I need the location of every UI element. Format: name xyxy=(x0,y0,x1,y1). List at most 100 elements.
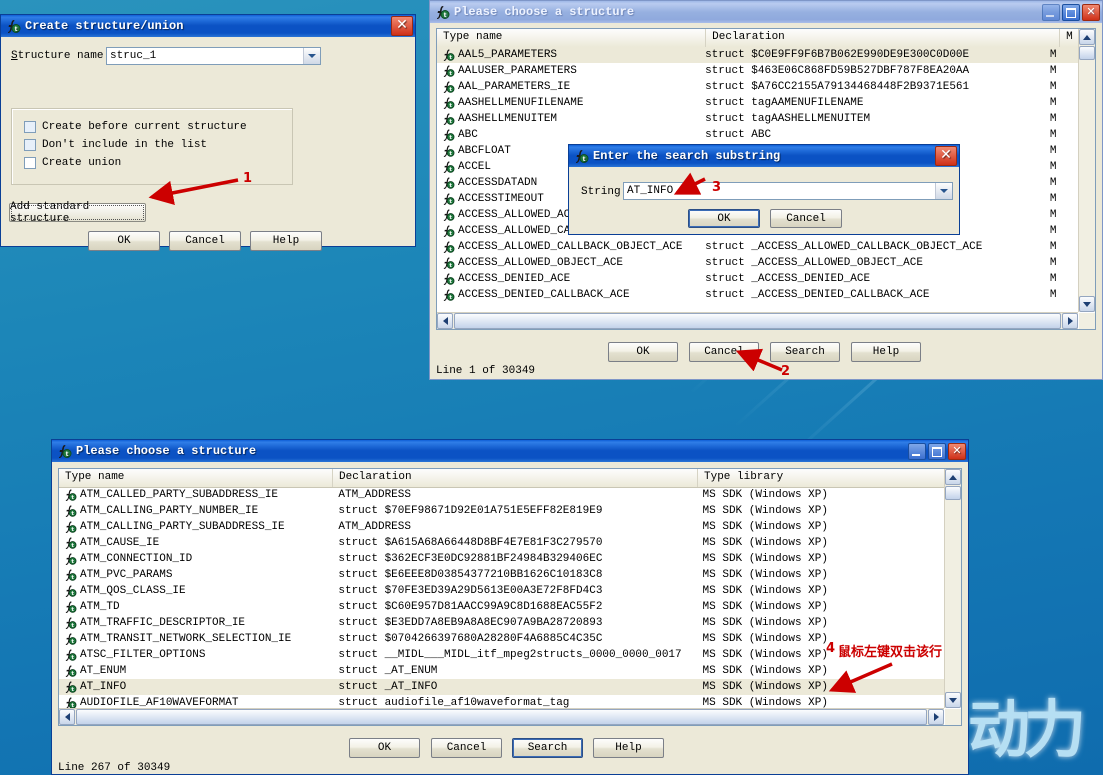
structure-type-icon: t xyxy=(63,680,77,694)
table-row[interactable]: t ATM_CALLING_PARTY_SUBADDRESS_IE ATM_ADDR… xyxy=(59,519,944,535)
table-row[interactable]: t AT_INFO struct _AT_INFO MS SDK (Windows X… xyxy=(59,679,944,695)
ok-button[interactable]: OK xyxy=(608,342,678,362)
column-header-type-name[interactable]: Type name xyxy=(437,29,707,47)
minimize-icon[interactable] xyxy=(908,442,926,460)
cancel-button[interactable]: Cancel xyxy=(431,738,502,758)
chevron-down-icon[interactable] xyxy=(303,48,320,64)
scroll-down-button[interactable] xyxy=(1079,296,1095,312)
table-row[interactable]: t ACCESS_DENIED_ACE struct _ACCESS_DENIED_… xyxy=(437,271,1078,287)
cancel-button[interactable]: Cancel xyxy=(169,231,241,251)
structure-name-input[interactable] xyxy=(107,48,303,64)
scrollbar-thumb[interactable] xyxy=(76,709,927,725)
scrollbar-thumb[interactable] xyxy=(454,313,1061,329)
table-row[interactable]: t ATSC_FILTER_OPTIONS struct __MIDL___MIDL… xyxy=(59,647,944,663)
close-icon[interactable]: ✕ xyxy=(948,442,966,460)
cancel-button[interactable]: Cancel xyxy=(689,342,759,362)
table-row[interactable]: t ATM_TD struct $C60E957D81AACC99A9C8D1688… xyxy=(59,599,944,615)
checkbox-create-union[interactable]: Create union xyxy=(24,157,292,169)
cell-declaration: struct __MIDL___MIDL_itf_mpeg2structs_00… xyxy=(338,649,682,661)
ok-button[interactable]: OK xyxy=(349,738,420,758)
titlebar-choose-structure-top[interactable]: t Please choose a structure ✕ xyxy=(430,1,1102,23)
maximize-icon[interactable] xyxy=(928,442,946,460)
search-button[interactable]: Search xyxy=(512,738,583,758)
table-row[interactable]: t ATM_CALLED_PARTY_SUBADDRESS_IE ATM_ADDRE… xyxy=(59,487,944,503)
search-string-input[interactable] xyxy=(624,183,935,199)
add-standard-structure-button[interactable]: Add standard structure xyxy=(9,201,146,225)
close-icon[interactable]: ✕ xyxy=(1082,3,1100,21)
titlebar-create-structure[interactable]: t Create structure/union ✕ xyxy=(1,15,415,37)
minimize-icon[interactable] xyxy=(1042,3,1060,21)
checkbox-create-before[interactable]: Create before current structure xyxy=(24,121,292,133)
cell-type-name: t ATM_PVC_PARAMS xyxy=(59,568,332,582)
search-string-combo[interactable] xyxy=(623,182,953,200)
table-row[interactable]: t ATM_CAUSE_IE struct $A615A68A66448D8BF4E… xyxy=(59,535,944,551)
dialog-search-substring: t Enter the search substring ✕ String OK… xyxy=(568,144,960,235)
ok-button[interactable]: OK xyxy=(688,209,760,228)
status-line: Line 267 of 30349 xyxy=(58,762,171,774)
column-header-declaration[interactable]: Declaration xyxy=(706,29,1061,47)
structure-list-bottom[interactable]: Type name Declaration Type library t ATM_… xyxy=(58,468,962,726)
table-row[interactable]: t ABC struct ABC M xyxy=(437,127,1078,143)
checkbox-box[interactable] xyxy=(24,139,36,151)
table-row[interactable]: t ATM_QOS_CLASS_IE struct $70FE3ED39A29D56… xyxy=(59,583,944,599)
table-row[interactable]: t ATM_CONNECTION_ID struct $362ECF3E0DC928… xyxy=(59,551,944,567)
scroll-right-button[interactable] xyxy=(1062,313,1078,329)
checkbox-box[interactable] xyxy=(24,121,36,133)
vertical-scrollbar-bottom[interactable] xyxy=(944,469,961,708)
table-row[interactable]: t ACCESS_DENIED_CALLBACK_ACE struct _ACCES… xyxy=(437,287,1078,303)
chevron-down-icon[interactable] xyxy=(935,183,952,199)
cell-type-name: t AT_ENUM xyxy=(59,664,332,678)
table-row[interactable]: t ATM_TRAFFIC_DESCRIPTOR_IE struct $E3EDD7… xyxy=(59,615,944,631)
svg-text:t: t xyxy=(583,156,586,163)
help-button[interactable]: Help xyxy=(851,342,921,362)
table-row[interactable]: t AASHELLMENUITEM struct tagAASHELLMENUITE… xyxy=(437,111,1078,127)
table-row[interactable]: t AAL_PARAMETERS_IE struct $A76CC2155A7913… xyxy=(437,79,1078,95)
scroll-up-button[interactable] xyxy=(945,469,961,485)
table-row[interactable]: t ATM_TRANSIT_NETWORK_SELECTION_IE struct … xyxy=(59,631,944,647)
horizontal-scrollbar-top[interactable] xyxy=(437,312,1078,329)
ida-function-icon: t xyxy=(5,18,21,34)
help-button[interactable]: Help xyxy=(250,231,322,251)
search-button[interactable]: Search xyxy=(770,342,840,362)
table-row[interactable]: t ATM_CALLING_PARTY_NUMBER_IE struct $70EF… xyxy=(59,503,944,519)
table-row[interactable]: t AASHELLMENUFILENAME struct tagAAMENUFILE… xyxy=(437,95,1078,111)
vertical-scrollbar-top[interactable] xyxy=(1078,29,1095,312)
scroll-up-button[interactable] xyxy=(1079,29,1095,45)
table-row[interactable]: t ACCESS_ALLOWED_OBJECT_ACE struct _ACCESS… xyxy=(437,255,1078,271)
table-row[interactable]: t AT_ENUM struct _AT_ENUM MS SDK (Windows X… xyxy=(59,663,944,679)
cell-type-library: M xyxy=(1049,81,1057,93)
scroll-down-button[interactable] xyxy=(945,692,961,708)
column-header-declaration[interactable]: Declaration xyxy=(333,469,698,487)
help-button[interactable]: Help xyxy=(593,738,664,758)
checkbox-dont-include[interactable]: Don't include in the list xyxy=(24,139,292,151)
checkbox-box[interactable] xyxy=(24,157,36,169)
table-row[interactable]: t AAL5_PARAMETERS struct $C0E9FF9F6B7B062E… xyxy=(437,47,1078,63)
list-header: Type name Declaration Type library xyxy=(59,469,961,488)
scrollbar-thumb[interactable] xyxy=(1079,46,1095,60)
maximize-icon[interactable] xyxy=(1062,3,1080,21)
cell-text: AASHELLMENUFILENAME xyxy=(458,97,584,109)
table-row[interactable]: t ATM_PVC_PARAMS struct $E6EEE8D0385437721… xyxy=(59,567,944,583)
scrollbar-thumb[interactable] xyxy=(945,486,961,500)
column-header-type-name[interactable]: Type name xyxy=(59,469,333,487)
table-row[interactable]: t AALUSER_PARAMETERS struct $463E06C868FD5… xyxy=(437,63,1078,79)
horizontal-scrollbar-bottom[interactable] xyxy=(59,708,944,725)
close-icon[interactable]: ✕ xyxy=(935,146,957,166)
column-header-type-library[interactable]: Type library xyxy=(698,469,946,487)
scroll-left-button[interactable] xyxy=(59,709,75,725)
annotation-2: 2 xyxy=(781,364,791,379)
structure-name-combo[interactable] xyxy=(106,47,321,65)
window-controls: ✕ xyxy=(1042,3,1100,21)
table-row[interactable]: t AUDIOFILE_AF10WAVEFORMAT struct audiofil… xyxy=(59,695,944,708)
scroll-left-button[interactable] xyxy=(437,313,453,329)
ok-button[interactable]: OK xyxy=(88,231,160,251)
table-row[interactable]: t ACCESS_ALLOWED_CALLBACK_OBJECT_ACE struc… xyxy=(437,239,1078,255)
cell-declaration: struct _AT_ENUM xyxy=(338,665,438,677)
cancel-button[interactable]: Cancel xyxy=(770,209,842,228)
titlebar-search-substring[interactable]: t Enter the search substring ✕ xyxy=(569,145,959,167)
titlebar-choose-structure-bottom[interactable]: t Please choose a structure ✕ xyxy=(52,440,968,462)
cell-type-name: t ABC xyxy=(437,128,699,142)
cell-type-library: MS SDK (Windows XP) xyxy=(702,697,828,708)
close-icon[interactable]: ✕ xyxy=(391,16,413,36)
scroll-right-button[interactable] xyxy=(928,709,944,725)
